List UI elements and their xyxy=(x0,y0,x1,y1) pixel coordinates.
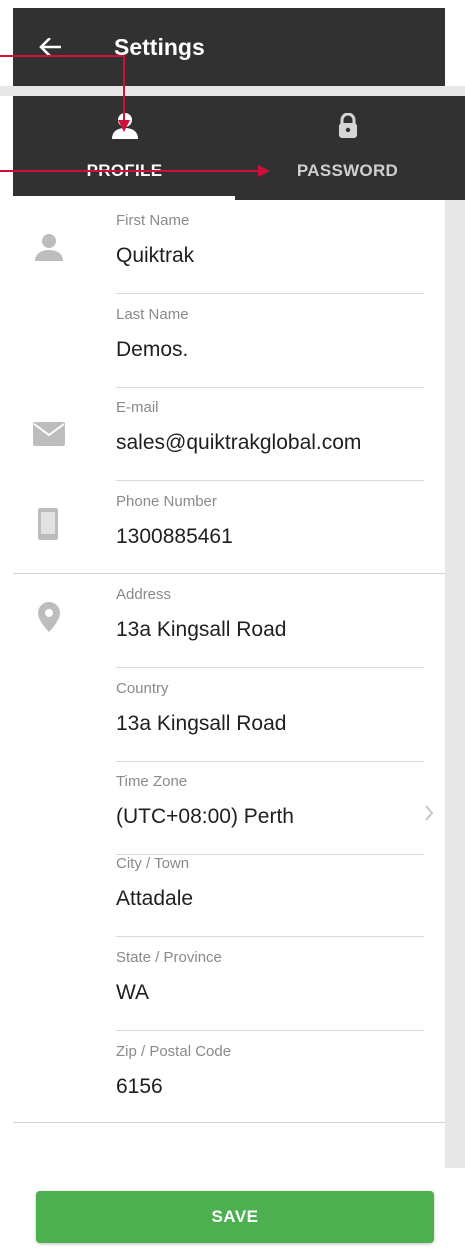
country-field[interactable]: Country 13a Kingsall Road xyxy=(116,668,424,762)
app-header: Settings xyxy=(13,8,445,86)
state-province-field[interactable]: State / Province WA xyxy=(116,937,424,1031)
email-label: E-mail xyxy=(116,399,159,416)
first-name-label: First Name xyxy=(116,212,190,229)
lock-icon xyxy=(338,112,358,140)
page-title: Settings xyxy=(114,33,205,60)
chevron-right-icon xyxy=(425,805,434,821)
city-town-value: Attadale xyxy=(116,887,194,910)
section-divider xyxy=(13,1122,445,1123)
person-icon xyxy=(35,234,63,261)
header-shadow xyxy=(0,86,465,96)
last-name-value: Demos. xyxy=(116,338,189,361)
person-icon xyxy=(110,112,140,140)
mail-icon xyxy=(33,422,65,446)
phone-icon xyxy=(38,508,58,540)
email-value: sales@quiktrakglobal.com xyxy=(116,431,362,454)
phone-number-value: 1300885461 xyxy=(116,525,233,548)
city-town-label: City / Town xyxy=(116,855,190,872)
save-button[interactable]: SAVE xyxy=(36,1191,434,1243)
location-pin-icon xyxy=(38,602,60,632)
phone-number-field[interactable]: Phone Number 1300885461 xyxy=(116,481,424,575)
country-value: 13a Kingsall Road xyxy=(116,712,287,735)
tab-profile[interactable]: PROFILE xyxy=(13,96,236,200)
country-label: Country xyxy=(116,680,169,697)
tab-password[interactable]: PASSWORD xyxy=(236,96,459,200)
time-zone-select[interactable]: Time Zone (UTC+08:00) Perth xyxy=(116,761,434,855)
arrow-left-icon xyxy=(39,38,61,56)
time-zone-label: Time Zone xyxy=(116,773,188,790)
address-label: Address xyxy=(116,586,172,603)
address-field[interactable]: Address 13a Kingsall Road xyxy=(116,574,424,668)
state-province-value: WA xyxy=(116,981,150,1004)
zip-postal-code-value: 6156 xyxy=(116,1075,163,1098)
tab-bar: PROFILE PASSWORD xyxy=(13,96,465,200)
back-button[interactable] xyxy=(13,8,89,86)
last-name-label: Last Name xyxy=(116,306,189,323)
right-scroll-gutter xyxy=(445,200,465,1168)
zip-postal-code-field[interactable]: Zip / Postal Code 6156 xyxy=(116,1031,424,1125)
address-value: 13a Kingsall Road xyxy=(116,618,287,641)
email-field[interactable]: E-mail sales@quiktrakglobal.com xyxy=(116,387,424,481)
last-name-field[interactable]: Last Name Demos. xyxy=(116,294,424,388)
tab-profile-label: PROFILE xyxy=(86,161,163,180)
state-province-label: State / Province xyxy=(116,949,222,966)
profile-form: First Name Quiktrak Last Name Demos. E-m… xyxy=(13,200,445,1168)
tab-password-label: PASSWORD xyxy=(296,161,399,180)
first-name-value: Quiktrak xyxy=(116,244,195,267)
phone-number-label: Phone Number xyxy=(116,493,217,510)
zip-postal-code-label: Zip / Postal Code xyxy=(116,1043,232,1060)
city-town-field[interactable]: City / Town Attadale xyxy=(116,843,424,937)
time-zone-value: (UTC+08:00) Perth xyxy=(116,805,294,828)
save-bar: SAVE xyxy=(0,1168,465,1254)
first-name-field[interactable]: First Name Quiktrak xyxy=(116,200,424,294)
